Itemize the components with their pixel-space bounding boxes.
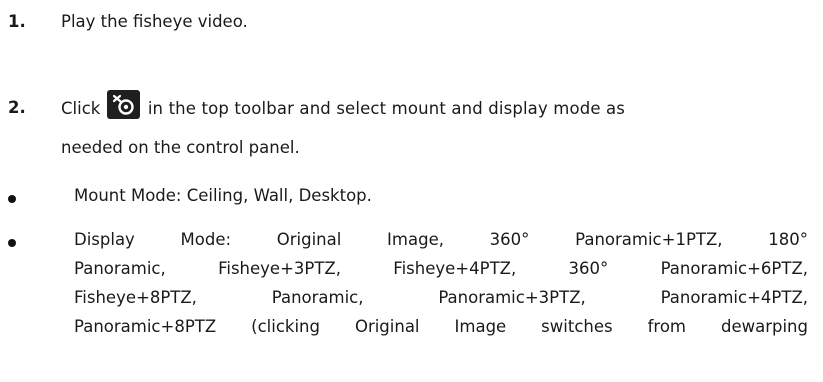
step-text-click: Click <box>61 99 101 118</box>
bullet-icon <box>8 195 16 203</box>
step-text: Play the fisheye video. <box>61 12 248 31</box>
step-text-line-1: Click in the top toolbar and select moun… <box>61 90 810 119</box>
bullet-text-line-4: Panoramic+8PTZ (clicking Original Image … <box>74 317 808 336</box>
bullet-text-line-2: Panoramic, Fisheye+3PTZ, Fisheye+4PTZ, 3… <box>74 259 808 278</box>
fisheye-mode-icon[interactable] <box>106 90 140 119</box>
bullet-display-mode: Display Mode: Original Image, 360° Panor… <box>0 230 810 380</box>
step-1: 1. Play the fisheye video. <box>0 6 810 36</box>
bullet-icon <box>8 239 16 247</box>
bullet-text: Mount Mode: Ceiling, Wall, Desktop. <box>74 186 372 205</box>
step-text-line-2: needed on the control panel. <box>61 138 300 157</box>
document-page: 1. Play the fisheye video. 2. Click in t… <box>0 0 823 382</box>
step-number: 2. <box>8 98 26 117</box>
step-text-rest: in the top toolbar and select mount and … <box>147 99 626 118</box>
bullet-text-line-1: Display Mode: Original Image, 360° Panor… <box>74 230 808 249</box>
step-number: 1. <box>8 12 26 31</box>
step-2: 2. Click in the top toolbar and select m… <box>0 68 810 158</box>
bullet-text-line-3: Fisheye+8PTZ, Panoramic, Panoramic+3PTZ,… <box>74 288 808 307</box>
bullet-mount-mode: Mount Mode: Ceiling, Wall, Desktop. <box>0 186 810 214</box>
